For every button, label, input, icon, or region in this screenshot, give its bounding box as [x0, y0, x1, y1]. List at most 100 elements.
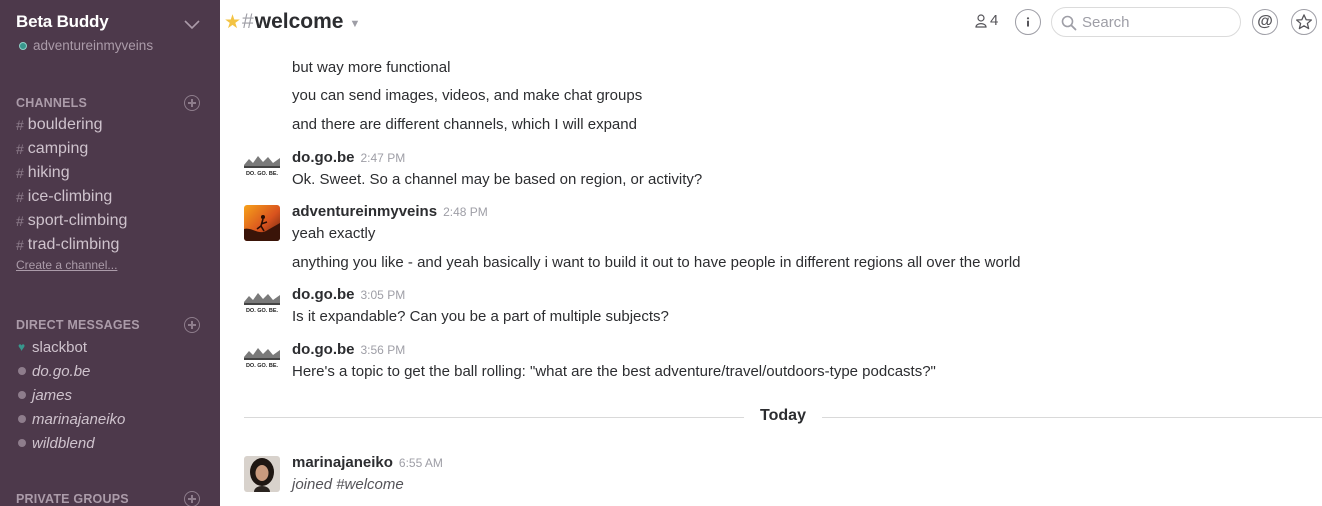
- sidebar-item-ice-climbing[interactable]: # ice-climbing: [0, 185, 220, 209]
- dm-label: slackbot: [32, 338, 88, 356]
- sidebar-item-camping[interactable]: # camping: [0, 137, 220, 161]
- message-pane: but way more functional you can send ima…: [220, 46, 1322, 506]
- direct-messages-heading[interactable]: DIRECT MESSAGES: [0, 316, 220, 334]
- add-group-icon[interactable]: [184, 491, 200, 506]
- avatar[interactable]: DO. GO. BE.: [244, 343, 280, 379]
- date-divider-label: Today: [744, 407, 822, 425]
- channels-heading-label: CHANNELS: [16, 96, 88, 110]
- add-channel-icon[interactable]: [184, 95, 200, 111]
- team-menu[interactable]: Beta Buddy adventureinmyveins: [0, 0, 220, 58]
- sidebar: Beta Buddy adventureinmyveins CHANNELS #…: [0, 0, 220, 506]
- chevron-down-icon[interactable]: ▼: [349, 18, 360, 30]
- sidebar-item-trad-climbing[interactable]: # trad-climbing: [0, 233, 220, 257]
- channels-heading[interactable]: CHANNELS: [0, 94, 220, 112]
- message-text: Is it expandable? Can you be a part of m…: [292, 308, 669, 325]
- message-author[interactable]: do.go.be: [292, 341, 355, 358]
- channel-label: hiking: [27, 164, 70, 181]
- member-count: 4: [990, 12, 999, 29]
- message-timestamp[interactable]: 3:05 PM: [361, 288, 406, 302]
- mentions-button[interactable]: @: [1252, 9, 1278, 35]
- message-text: Here's a topic to get the ball rolling: …: [292, 363, 936, 380]
- message-text: you can send images, videos, and make ch…: [292, 87, 643, 104]
- private-groups-section: PRIVATE GROUPS: [0, 490, 220, 506]
- message-author[interactable]: marinajaneiko: [292, 454, 393, 471]
- message-timestamp[interactable]: 6:55 AM: [399, 456, 443, 470]
- avatar[interactable]: DO. GO. BE.: [244, 288, 280, 324]
- message-text: anything you like - and yeah basically i…: [292, 254, 1021, 271]
- sidebar-item-james[interactable]: james: [0, 383, 220, 407]
- at-icon: @: [1257, 13, 1273, 30]
- message-author[interactable]: do.go.be: [292, 149, 355, 166]
- hash-icon: #: [242, 10, 254, 33]
- sidebar-item-hiking[interactable]: # hiking: [0, 161, 220, 185]
- message-header: adventureinmyveins 2:48 PM: [292, 203, 488, 220]
- channel-header: ★ # welcome ▼ 4 @: [220, 0, 1322, 46]
- create-channel-link[interactable]: Create a channel...: [0, 258, 220, 272]
- sidebar-item-slackbot[interactable]: ♥ slackbot: [0, 335, 220, 359]
- presence-away-icon: [18, 367, 26, 375]
- channels-section: CHANNELS # bouldering # camping # hiking # i…: [0, 94, 220, 272]
- channel-name: welcome: [254, 10, 344, 33]
- date-divider: Today: [244, 407, 1322, 427]
- dm-label: james: [32, 386, 73, 404]
- message-timestamp[interactable]: 2:47 PM: [361, 151, 406, 165]
- message-text: but way more functional: [292, 59, 451, 76]
- avatar-logo-text: DO. GO. BE.: [246, 308, 279, 314]
- message-item: DO. GO. BE. do.go.be 3:05 PM Is it expan…: [244, 286, 1312, 326]
- hash-icon: #: [16, 189, 24, 205]
- channel-label: trad-climbing: [27, 236, 120, 253]
- direct-messages-section: DIRECT MESSAGES ♥ slackbot do.go.be james…: [0, 316, 220, 455]
- avatar[interactable]: DO. GO. BE.: [244, 151, 280, 187]
- message-item: marinajaneiko 6:55 AM joined #welcome: [244, 454, 1312, 494]
- message-text: yeah exactly: [292, 225, 376, 242]
- message-item: DO. GO. BE. do.go.be 2:47 PM Ok. Sweet. …: [244, 149, 1312, 189]
- search-icon: [1061, 15, 1077, 31]
- message-author[interactable]: adventureinmyveins: [292, 203, 437, 220]
- message-timestamp[interactable]: 3:56 PM: [361, 343, 406, 357]
- search-field[interactable]: [1051, 7, 1241, 37]
- sidebar-item-wildblend[interactable]: wildblend: [0, 431, 220, 455]
- heart-icon: ♥: [18, 340, 26, 354]
- info-icon: [1026, 17, 1030, 27]
- dm-label: marinajaneiko: [32, 410, 126, 428]
- star-filled-icon[interactable]: ★: [224, 11, 241, 34]
- message-text: and there are different channels, which …: [292, 116, 637, 133]
- avatar-logo-text: DO. GO. BE.: [246, 363, 279, 369]
- private-groups-heading[interactable]: PRIVATE GROUPS: [0, 490, 220, 506]
- current-user[interactable]: adventureinmyveins: [16, 38, 204, 53]
- chevron-down-icon[interactable]: [184, 20, 200, 30]
- message-header: marinajaneiko 6:55 AM: [292, 454, 443, 471]
- direct-messages-heading-label: DIRECT MESSAGES: [16, 318, 140, 332]
- channel-title[interactable]: ★ # welcome ▼: [224, 10, 360, 34]
- avatar-logo-text: DO. GO. BE.: [246, 171, 279, 177]
- sidebar-item-marinajaneiko[interactable]: marinajaneiko: [0, 407, 220, 431]
- message-item: adventureinmyveins 2:48 PM yeah exactly …: [244, 203, 1312, 275]
- presence-away-icon: [18, 439, 26, 447]
- message-text: Ok. Sweet. So a channel may be based on …: [292, 171, 703, 188]
- message-timestamp[interactable]: 2:48 PM: [443, 205, 488, 219]
- presence-active-icon: [19, 41, 27, 50]
- private-groups-heading-label: PRIVATE GROUPS: [16, 492, 129, 506]
- message-header: do.go.be 3:56 PM: [292, 341, 405, 358]
- channel-label: ice-climbing: [27, 188, 113, 205]
- channel-label: camping: [27, 140, 89, 157]
- channel-label: bouldering: [27, 116, 103, 133]
- message-header: do.go.be 3:05 PM: [292, 286, 405, 303]
- sidebar-item-sport-climbing[interactable]: # sport-climbing: [0, 209, 220, 233]
- starred-items-button[interactable]: [1291, 9, 1317, 35]
- presence-away-icon: [18, 415, 26, 423]
- presence-away-icon: [18, 391, 26, 399]
- avatar[interactable]: [244, 205, 280, 241]
- search-input[interactable]: [1082, 13, 1232, 31]
- add-dm-icon[interactable]: [184, 317, 200, 333]
- sidebar-item-bouldering[interactable]: # bouldering: [0, 113, 220, 137]
- channel-info-button[interactable]: [1015, 9, 1041, 35]
- hash-icon: #: [16, 117, 24, 133]
- avatar[interactable]: [244, 456, 280, 492]
- hash-icon: #: [16, 165, 24, 181]
- star-outline-icon: [1296, 14, 1312, 30]
- team-name[interactable]: Beta Buddy: [16, 12, 204, 32]
- sidebar-item-do-go-be[interactable]: do.go.be: [0, 359, 220, 383]
- member-count-button[interactable]: 4: [975, 12, 998, 29]
- message-author[interactable]: do.go.be: [292, 286, 355, 303]
